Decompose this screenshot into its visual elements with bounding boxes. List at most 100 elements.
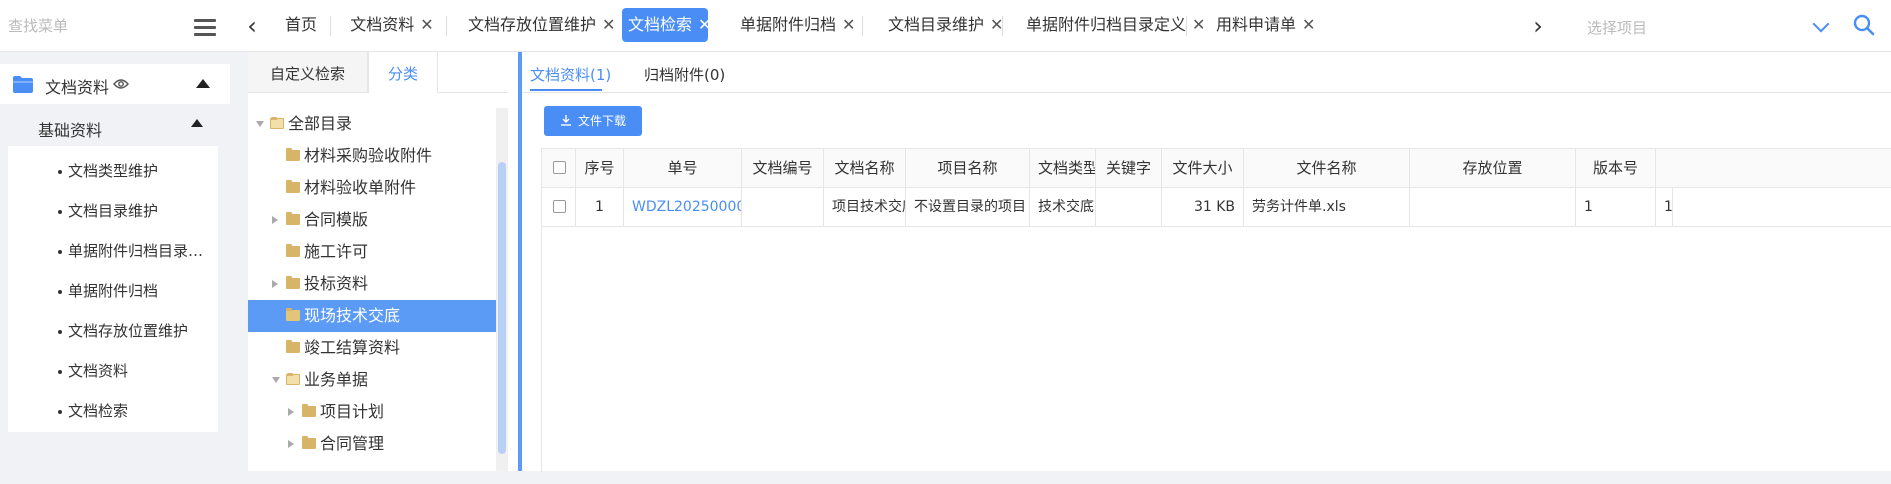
close-icon[interactable]: ✕: [1192, 15, 1205, 34]
column-header: 文件名称: [1244, 149, 1410, 187]
sidebar-items: 文档类型维护文档目录维护单据附件归档目录… 单据附件归档文档存放位置维护文档资料文…: [8, 146, 218, 432]
tree-tabs: 自定义检索 分类: [248, 52, 508, 93]
table-cell: 1: [576, 188, 624, 226]
tree-node-label: 现场技术交底: [304, 306, 401, 325]
sidebar-root-label: 文档资料: [45, 78, 110, 97]
tree-node-label: 竣工结算资料: [304, 338, 401, 357]
tab-custom-search[interactable]: 自定义检索: [248, 52, 368, 92]
hamburger-menu-icon[interactable]: [194, 16, 218, 40]
tab-scroll-right-icon[interactable]: ›: [1526, 10, 1550, 42]
folder-icon: [302, 436, 316, 449]
tab-0[interactable]: 首页: [278, 8, 324, 42]
document-table: 序号 单号 文档编号 文档名称 项目名称 文档类型 关键字 文件大小 文件名称 存放位置 版本号 1…: [541, 148, 1891, 472]
tab-1[interactable]: 文档资料 ✕: [344, 8, 440, 42]
table-cell: [1096, 188, 1162, 226]
sidebar-item[interactable]: 文档存放位置维护: [8, 311, 218, 351]
row-select-cell: [542, 188, 576, 226]
tree-node-label: 投标资料: [304, 274, 369, 293]
eye-icon[interactable]: [113, 78, 129, 90]
column-header: 文档类型: [1030, 149, 1096, 187]
tab-5[interactable]: 文档目录维护 ✕: [882, 8, 1003, 42]
close-icon[interactable]: ✕: [602, 15, 615, 34]
close-icon[interactable]: ✕: [1302, 15, 1315, 34]
collapsed-arrow-icon[interactable]: [288, 440, 294, 448]
folder-open-icon: [270, 117, 284, 129]
menu-search-input[interactable]: [0, 8, 182, 44]
expanded-arrow-icon[interactable]: [272, 377, 280, 383]
tree-node-label: 业务单据: [304, 370, 369, 389]
tree-node[interactable]: 合同模版: [248, 204, 496, 236]
sidebar-item[interactable]: 单据附件归档目录…: [8, 231, 218, 271]
collapse-caret-icon[interactable]: [196, 79, 210, 88]
tree-node[interactable]: 投标资料: [248, 268, 496, 300]
table-cell: [1410, 188, 1576, 226]
folder-icon: [286, 276, 300, 289]
category-tree-panel: 自定义检索 分类 全部目录材料采购验收附件 材料验收单附件 合同模版 施工许可投标资料…: [248, 52, 520, 471]
tree-node[interactable]: 项目计划: [248, 396, 496, 428]
bullet-icon: [58, 290, 62, 294]
download-icon: [561, 115, 571, 126]
tree-scrollbar-thumb[interactable]: [498, 162, 506, 454]
tree-node[interactable]: 现场技术交底: [248, 300, 496, 332]
sidebar-item[interactable]: 文档资料: [8, 351, 218, 391]
close-icon[interactable]: ✕: [420, 15, 433, 34]
row-checkbox[interactable]: [553, 200, 566, 213]
folder-icon: [286, 244, 300, 257]
sidebar: 文档资料 基础资料 文档类型维护文档目录维护单据附件归档目录… 单据附件归档文档存…: [0, 52, 230, 484]
sidebar-group-header[interactable]: 基础资料: [8, 104, 218, 146]
tab-7[interactable]: 用料申请单 ✕: [1210, 8, 1315, 42]
tab-label: 文档检索: [628, 15, 693, 34]
tab-label: 文档资料: [350, 15, 415, 34]
collapsed-arrow-icon[interactable]: [288, 408, 294, 416]
download-file-button[interactable]: 文件下载: [544, 106, 642, 136]
project-select[interactable]: 选择项目: [1570, 8, 1842, 44]
tree-node[interactable]: 材料验收单附件: [248, 172, 496, 204]
tree-scrollbar[interactable]: [496, 108, 508, 471]
document-number-link[interactable]: WDZL20250000008: [624, 188, 742, 226]
sidebar-item[interactable]: 文档目录维护: [8, 191, 218, 231]
tab-4[interactable]: 单据附件归档 ✕: [734, 8, 856, 42]
sidebar-item[interactable]: 单据附件归档: [8, 271, 218, 311]
collapsed-arrow-icon[interactable]: [272, 280, 278, 288]
tree-node[interactable]: 合同管理: [248, 428, 496, 460]
tab-label: 单据附件归档: [740, 15, 837, 34]
sidebar-item-label: 单据附件归档: [68, 282, 159, 300]
collapsed-arrow-icon[interactable]: [272, 216, 278, 224]
tree-node[interactable]: 竣工结算资料: [248, 332, 496, 364]
tab-6[interactable]: 单据附件归档目录定义 ✕: [1020, 8, 1205, 42]
tab-scroll-left-icon[interactable]: ‹: [240, 10, 264, 42]
tree-node-label: 全部目录: [288, 114, 353, 133]
tree-node[interactable]: 材料采购验收附件: [248, 140, 496, 172]
tab-documents[interactable]: 文档资料(1): [530, 64, 611, 90]
select-all-checkbox[interactable]: [553, 161, 566, 174]
tab-classify[interactable]: 分类: [368, 52, 438, 93]
close-icon[interactable]: ✕: [842, 15, 855, 34]
tab-2[interactable]: 文档存放位置维护 ✕: [462, 8, 615, 42]
tree-node[interactable]: 业务单据: [248, 364, 496, 396]
tree-node[interactable]: 全部目录: [248, 108, 496, 140]
download-file-label: 文件下载: [578, 114, 627, 128]
folder-icon: [286, 212, 300, 225]
column-header: 单号: [624, 149, 742, 187]
table-cell: [742, 188, 824, 226]
search-icon[interactable]: [1852, 13, 1876, 37]
result-tabs: 文档资料(1) 归档附件(0): [522, 52, 1891, 93]
table-row[interactable]: 1WDZL20250000008项目技术交底不设置目录的项目技术交底31 KB劳…: [542, 188, 1891, 227]
sidebar-root-menu[interactable]: 文档资料: [0, 64, 230, 104]
tab-archived-attachments[interactable]: 归档附件(0): [644, 64, 725, 90]
sidebar-group-label: 基础资料: [38, 121, 103, 140]
column-header: 文档名称: [824, 149, 906, 187]
tab-3[interactable]: 文档检索 ✕: [622, 8, 711, 42]
sidebar-item-label: 文档存放位置维护: [68, 322, 189, 340]
bullet-icon: [58, 410, 62, 414]
sidebar-item[interactable]: 文档检索: [8, 391, 218, 431]
tree-node[interactable]: 施工许可: [248, 236, 496, 268]
sidebar-item-label: 文档目录维护: [68, 202, 159, 220]
tab-label: 文档目录维护: [888, 15, 985, 34]
sidebar-item[interactable]: 文档类型维护: [8, 151, 218, 191]
column-header: 版本号: [1576, 149, 1656, 187]
close-icon[interactable]: ✕: [698, 15, 711, 34]
expanded-arrow-icon[interactable]: [256, 121, 264, 127]
collapse-caret-icon[interactable]: [191, 119, 203, 127]
active-tab-underline: [530, 89, 602, 91]
